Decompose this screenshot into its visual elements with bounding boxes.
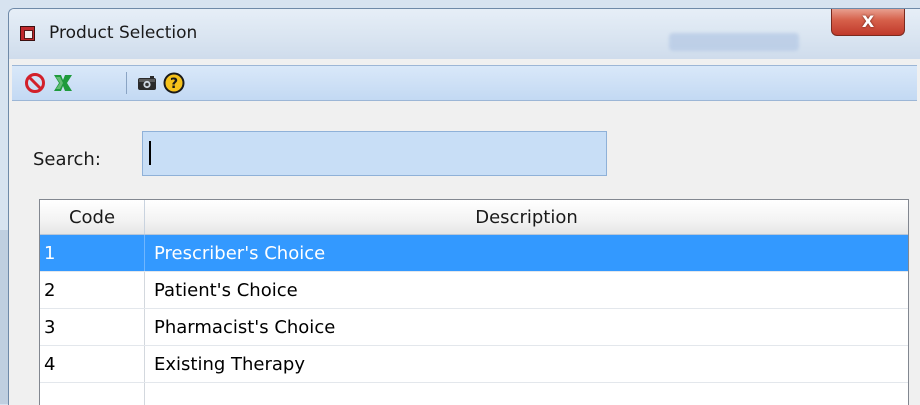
toolbar: ? bbox=[12, 65, 917, 101]
cancel-icon[interactable] bbox=[24, 72, 46, 94]
column-divider bbox=[144, 235, 145, 271]
search-label: Search: bbox=[33, 149, 101, 170]
cell-code: 4 bbox=[44, 354, 56, 375]
empty-row bbox=[40, 383, 908, 405]
excel-export-icon[interactable] bbox=[52, 72, 74, 94]
product-selection-window: Product Selection X ? Search: Code Descr… bbox=[8, 8, 920, 405]
cell-code: 2 bbox=[44, 280, 56, 301]
cell-description: Existing Therapy bbox=[154, 354, 306, 375]
product-table: Code Description 1 Prescriber's Choice 2… bbox=[39, 199, 909, 405]
column-divider bbox=[144, 309, 145, 345]
column-divider bbox=[144, 272, 145, 308]
cell-description: Patient's Choice bbox=[154, 280, 298, 301]
table-row[interactable]: 4 Existing Therapy bbox=[40, 346, 908, 383]
window-title: Product Selection bbox=[49, 23, 198, 43]
cell-description: Prescriber's Choice bbox=[154, 243, 326, 264]
camera-icon[interactable] bbox=[136, 72, 158, 94]
search-input[interactable] bbox=[142, 131, 607, 176]
cell-code: 3 bbox=[44, 317, 56, 338]
text-caret bbox=[149, 141, 151, 165]
table-row[interactable]: 3 Pharmacist's Choice bbox=[40, 309, 908, 346]
table-row[interactable]: 2 Patient's Choice bbox=[40, 272, 908, 309]
svg-text:?: ? bbox=[170, 76, 178, 92]
background-title-ghost bbox=[669, 33, 799, 51]
cell-description: Pharmacist's Choice bbox=[154, 317, 336, 338]
close-button[interactable]: X bbox=[831, 9, 905, 36]
help-icon[interactable]: ? bbox=[163, 72, 185, 94]
table-header: Code Description bbox=[40, 200, 908, 235]
toolbar-separator bbox=[126, 72, 127, 94]
column-header-code[interactable]: Code bbox=[40, 200, 145, 234]
column-divider bbox=[144, 383, 145, 405]
cell-code: 1 bbox=[44, 243, 56, 264]
column-header-description[interactable]: Description bbox=[145, 200, 908, 234]
desktop-background-strip bbox=[0, 230, 8, 404]
table-row[interactable]: 1 Prescriber's Choice bbox=[40, 235, 908, 272]
column-divider bbox=[144, 346, 145, 382]
app-icon bbox=[20, 26, 35, 41]
title-bar[interactable]: Product Selection X bbox=[9, 9, 920, 59]
